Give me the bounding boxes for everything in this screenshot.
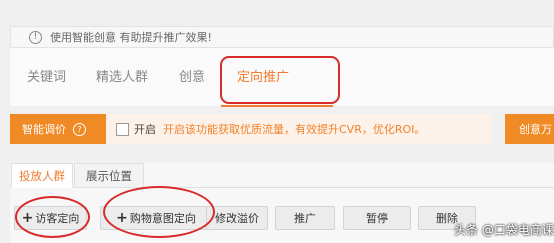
promote-button[interactable]: 推广	[275, 206, 335, 230]
notice-bar: ! 使用智能创意 有助提升推广效果!	[10, 26, 554, 48]
smart-bid-label: 智能调价 ?	[10, 114, 106, 144]
subtab-audience[interactable]: 投放人群	[11, 163, 73, 188]
pause-button[interactable]: 暂停	[343, 206, 411, 230]
modify-premium-button[interactable]: 修改溢价	[206, 206, 268, 230]
creative-button[interactable]: 创意万	[505, 114, 554, 144]
info-icon: !	[29, 30, 42, 44]
notice-text: 使用智能创意 有助提升推广效果!	[50, 31, 212, 44]
smart-bid-row: 开启 开启该功能获取优质流量，有效提升CVR，优化ROI。	[106, 114, 492, 144]
highlight-oval	[15, 196, 90, 238]
watermark: 头条 @口袋电商课	[454, 223, 554, 237]
active-tab-indicator	[221, 105, 333, 107]
tab-selected-crowd[interactable]: 精选人群	[96, 66, 148, 85]
highlight-box	[220, 56, 340, 104]
highlight-oval	[103, 186, 215, 238]
smart-bid-description: 开启该功能获取优质流量，有效提升CVR，优化ROI。	[163, 123, 426, 136]
help-icon[interactable]: ?	[73, 122, 86, 136]
checkbox-label: 开启	[134, 123, 156, 136]
tab-creative[interactable]: 创意	[179, 66, 205, 85]
smart-bid-checkbox[interactable]	[116, 122, 129, 136]
subtab-placement[interactable]: 展示位置	[74, 163, 144, 188]
tab-keywords[interactable]: 关键词	[27, 66, 66, 85]
smart-bid-text: 智能调价	[22, 123, 66, 136]
